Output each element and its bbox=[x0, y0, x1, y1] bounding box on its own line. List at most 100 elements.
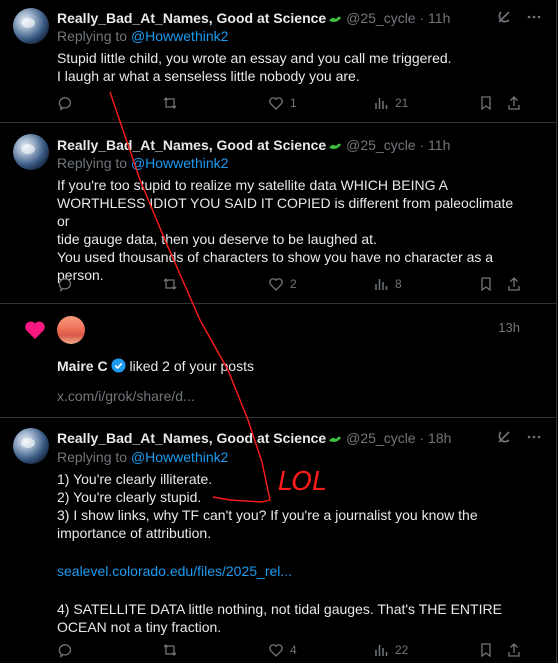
replying-to-link[interactable]: @Howwethink2 bbox=[131, 449, 228, 465]
bookmark-icon bbox=[481, 643, 491, 658]
views-button[interactable]: 21 bbox=[373, 95, 408, 111]
like-button[interactable]: 2 bbox=[268, 276, 297, 292]
replying-to-link[interactable]: @Howwethink2 bbox=[131, 155, 228, 171]
tweet[interactable]: Really_Bad_At_Names, Good at Science @25… bbox=[0, 418, 556, 663]
views-button[interactable]: 8 bbox=[373, 276, 402, 292]
separator: · bbox=[419, 10, 425, 26]
replying-to-link[interactable]: @Howwethink2 bbox=[131, 28, 228, 44]
repost-button[interactable] bbox=[162, 95, 178, 111]
replying-prefix: Replying to bbox=[57, 449, 131, 465]
repost-icon bbox=[163, 97, 177, 109]
like-icon bbox=[269, 97, 283, 110]
more-icon[interactable] bbox=[526, 9, 542, 25]
like-button[interactable]: 1 bbox=[268, 95, 297, 111]
handle[interactable]: @25_cycle bbox=[346, 10, 415, 26]
timestamp[interactable]: 11h bbox=[428, 137, 450, 153]
tweet-line: OCEAN not a tiny fraction. bbox=[57, 619, 222, 635]
tweet-body: If you're too stupid to realize my satel… bbox=[57, 176, 526, 284]
views-button[interactable]: 22 bbox=[373, 642, 408, 658]
reply-button[interactable] bbox=[57, 95, 73, 111]
tweet-header: Really_Bad_At_Names, Good at Science @25… bbox=[57, 430, 546, 450]
view-count: 8 bbox=[395, 277, 402, 291]
grok-icon[interactable] bbox=[496, 429, 512, 445]
tweet-body: 1) You're clearly illiterate. 2) You're … bbox=[57, 470, 526, 636]
like-icon bbox=[269, 278, 283, 291]
avatar[interactable] bbox=[13, 428, 49, 464]
heart-icon bbox=[25, 321, 45, 339]
share-icon bbox=[508, 277, 520, 291]
replying-prefix: Replying to bbox=[57, 155, 131, 171]
share-button[interactable] bbox=[506, 642, 522, 658]
reply-button[interactable] bbox=[57, 642, 73, 658]
avatar[interactable] bbox=[13, 134, 49, 170]
views-icon bbox=[375, 279, 388, 290]
handle[interactable]: @25_cycle bbox=[346, 137, 415, 153]
tweet-line: tide gauge data, then you deserve to be … bbox=[57, 231, 377, 247]
bookmark-button[interactable] bbox=[478, 276, 494, 292]
avatar[interactable] bbox=[57, 316, 85, 344]
actor-name[interactable]: Maire C bbox=[57, 358, 108, 374]
tweet-line: 1) You're clearly illiterate. bbox=[57, 471, 213, 487]
repost-button[interactable] bbox=[162, 276, 178, 292]
tweet[interactable]: Really_Bad_At_Names, Good at Science @25… bbox=[0, 122, 556, 304]
tweet-top-icons bbox=[496, 9, 542, 25]
tweet-body: Stupid little child, you wrote an essay … bbox=[57, 49, 526, 85]
views-icon bbox=[375, 98, 388, 109]
display-name[interactable]: Really_Bad_At_Names, Good at Science bbox=[57, 137, 326, 153]
replying-to: Replying to @Howwethink2 bbox=[57, 155, 228, 171]
notification-action: liked 2 of your posts bbox=[125, 358, 254, 374]
notifications-feed: Really_Bad_At_Names, Good at Science @25… bbox=[0, 0, 557, 663]
tweet-line: I laugh ar what a senseless little nobod… bbox=[57, 68, 360, 84]
tweet-line: WORTHLESS IDIOT YOU SAID IT COPIED is di… bbox=[57, 195, 514, 229]
view-count: 22 bbox=[395, 643, 409, 657]
tweet-top-icons bbox=[496, 429, 542, 445]
tweet-line: 3) I show links, why TF can't you? If yo… bbox=[57, 507, 478, 523]
timestamp[interactable]: 18h bbox=[428, 430, 451, 446]
tweet-line: You used thousands of characters to show… bbox=[57, 249, 494, 265]
grok-icon[interactable] bbox=[496, 9, 512, 25]
tweet-line: 4) SATELLITE DATA little nothing, not ti… bbox=[57, 601, 502, 617]
tweet-header: Really_Bad_At_Names, Good at Science @25… bbox=[57, 137, 546, 157]
more-icon[interactable] bbox=[526, 429, 542, 445]
reply-icon bbox=[58, 97, 72, 111]
bookmark-icon bbox=[481, 96, 491, 111]
reply-button[interactable] bbox=[57, 276, 73, 292]
bookmark-icon bbox=[481, 277, 491, 292]
tweet-line: 2) You're clearly stupid. bbox=[57, 489, 202, 505]
handle[interactable]: @25_cycle bbox=[346, 430, 415, 446]
tweet-actions: 1 21 bbox=[57, 95, 527, 115]
dinosaur-emoji-icon bbox=[329, 436, 342, 442]
repost-button[interactable] bbox=[162, 642, 178, 658]
share-button[interactable] bbox=[506, 95, 522, 111]
timestamp: 13h bbox=[498, 320, 520, 335]
like-count: 1 bbox=[290, 96, 297, 110]
view-count: 21 bbox=[395, 96, 409, 110]
display-name[interactable]: Really_Bad_At_Names, Good at Science bbox=[57, 10, 326, 26]
post-preview[interactable]: x.com/i/grok/share/d... bbox=[57, 388, 195, 404]
reply-icon bbox=[58, 278, 72, 292]
verified-badge-icon bbox=[111, 358, 126, 373]
tweet-link[interactable]: sealevel.colorado.edu/files/2025_rel... bbox=[57, 562, 526, 580]
tweet-actions: 4 22 bbox=[57, 642, 527, 662]
bookmark-button[interactable] bbox=[478, 95, 494, 111]
timestamp[interactable]: 11h bbox=[428, 10, 450, 26]
replying-to: Replying to @Howwethink2 bbox=[57, 28, 228, 44]
separator: · bbox=[419, 137, 425, 153]
dinosaur-emoji-icon bbox=[329, 143, 342, 149]
tweet-actions: 2 8 bbox=[57, 276, 527, 296]
separator: · bbox=[419, 430, 425, 446]
repost-icon bbox=[163, 644, 177, 656]
share-button[interactable] bbox=[506, 276, 522, 292]
display-name[interactable]: Really_Bad_At_Names, Good at Science bbox=[57, 430, 326, 446]
avatar[interactable] bbox=[13, 8, 49, 44]
tweet-line: If you're too stupid to realize my satel… bbox=[57, 177, 448, 193]
notification-text: Maire C liked 2 of your posts bbox=[57, 358, 254, 374]
like-count: 4 bbox=[290, 643, 297, 657]
like-button[interactable]: 4 bbox=[268, 642, 297, 658]
tweet[interactable]: Really_Bad_At_Names, Good at Science @25… bbox=[0, 0, 556, 123]
bookmark-button[interactable] bbox=[478, 642, 494, 658]
tweet-line: Stupid little child, you wrote an essay … bbox=[57, 50, 452, 66]
replying-prefix: Replying to bbox=[57, 28, 131, 44]
repost-icon bbox=[163, 278, 177, 290]
like-count: 2 bbox=[290, 277, 297, 291]
